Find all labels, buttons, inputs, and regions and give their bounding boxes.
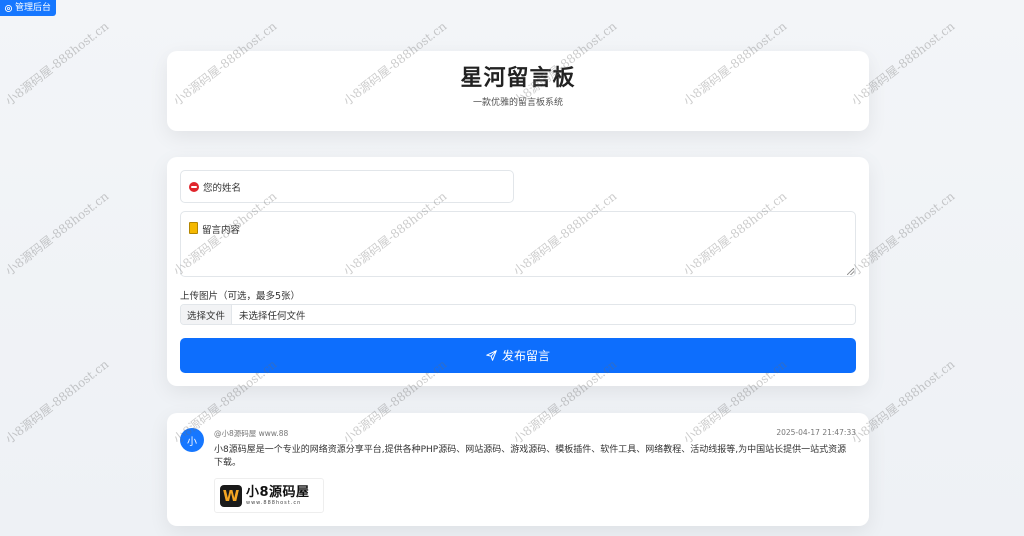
name-input[interactable]: 您的姓名 <box>180 170 514 203</box>
choose-file-button[interactable]: 选择文件 <box>181 305 233 324</box>
message-text: 小8源码屋是一个专业的网络资源分享平台,提供各种PHP源码、网站源码、游戏源码、… <box>214 445 847 468</box>
header-card: 星河留言板 一款优雅的留言板系统 <box>167 51 869 131</box>
memo-icon <box>189 222 198 234</box>
name-placeholder: 您的姓名 <box>203 182 242 194</box>
admin-label: 管理后台 <box>15 3 52 13</box>
page-subtitle: 一款优雅的留言板系统 <box>472 98 563 108</box>
upload-label: 上传图片（可选，最多5张） <box>180 291 301 302</box>
watermark: 小8源码屋-888host.cn <box>2 357 112 447</box>
watermark: 小8源码屋-888host.cn <box>2 189 112 279</box>
watermark: 小8源码屋-888host.cn <box>2 19 112 109</box>
message-user: @小8源码屋 www.88 <box>214 429 289 438</box>
admin-button[interactable]: 管理后台 <box>0 0 57 16</box>
avatar: 小 <box>180 428 204 452</box>
message-image[interactable]: W 小8源码屋 www.888host.cn <box>214 478 324 513</box>
logo-letter: W <box>222 486 240 505</box>
file-input[interactable]: 选择文件 未选择任何文件 <box>180 304 856 325</box>
content-placeholder: 留言内容 <box>202 225 241 236</box>
logo-title: 小8源码屋 <box>246 485 310 500</box>
content-textarea[interactable]: 留言内容 <box>180 211 856 277</box>
file-status: 未选择任何文件 <box>239 310 306 322</box>
logo-mark: W <box>220 484 242 507</box>
logo-text: 小8源码屋 www.888host.cn <box>246 485 310 506</box>
submit-label: 发布留言 <box>501 349 550 363</box>
message-card: 小 @小8源码屋 www.88 2025-04-17 21:47:33 小8源码… <box>167 413 869 526</box>
gear-icon <box>4 4 13 12</box>
message-form: 您的姓名 留言内容 上传图片（可选，最多5张） 选择文件 未选择任何文件 发布留… <box>167 157 869 386</box>
resize-handle[interactable] <box>847 268 854 275</box>
lips-icon <box>189 181 199 192</box>
submit-button[interactable]: 发布留言 <box>180 338 856 373</box>
send-icon <box>486 350 497 361</box>
logo-domain: www.888host.cn <box>246 500 302 506</box>
message-time: 2025-04-17 21:47:33 <box>776 428 856 437</box>
page-title: 星河留言板 <box>460 66 576 91</box>
